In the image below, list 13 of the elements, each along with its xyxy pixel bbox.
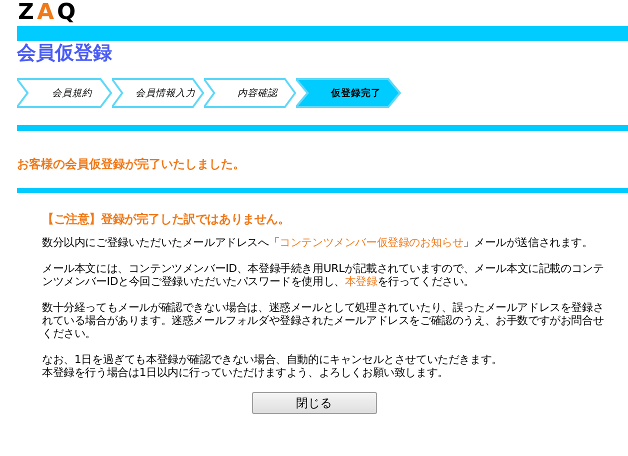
step-tab[interactable]: 内容確認 <box>204 78 297 108</box>
paragraph: 数十分経ってもメールが確認できない場合は、迷惑メールとして処理されていたり、誤ったメールアドレスを登録されている場合があります。迷惑メールフォルダや登録されたメールアドレスをご確認のうえ、お手数ですがお問合せください。 <box>42 301 605 340</box>
paragraph: メール本文には、コンテンツメンバーID、本登録手続き用URLが記載されていますので、メール本文に記載のコンテンツメンバーIDと今回ご登録いただいたパスワードを使用し、本登録を行ってください。 <box>42 262 605 288</box>
page-title: 会員仮登録 <box>17 41 113 65</box>
step-tab[interactable]: 仮登録完了 <box>296 78 402 108</box>
paragraph: 数分以内にご登録いただいたメールアドレスへ「コンテンツメンバー仮登録のお知らせ」メールが送信されます。 <box>42 236 594 249</box>
close-button[interactable]: 閉じる <box>252 392 376 414</box>
step-tab[interactable]: 会員情報入力 <box>112 78 205 108</box>
logo: ZAQ <box>18 1 79 25</box>
paragraph: なお、1日を過ぎても本登録が確認できない場合、自動的にキャンセルとさせていただきます。 本登録を行う場合は1日以内に行っていただけますよう、よろしくお願い致します。 <box>42 353 504 379</box>
heading: お客様の会員仮登録が完了いたしました。 <box>17 156 246 172</box>
notice-title: 【ご注意】登録が完了した訳ではありません。 <box>42 213 291 226</box>
step-tab[interactable]: 会員規約 <box>17 78 113 108</box>
